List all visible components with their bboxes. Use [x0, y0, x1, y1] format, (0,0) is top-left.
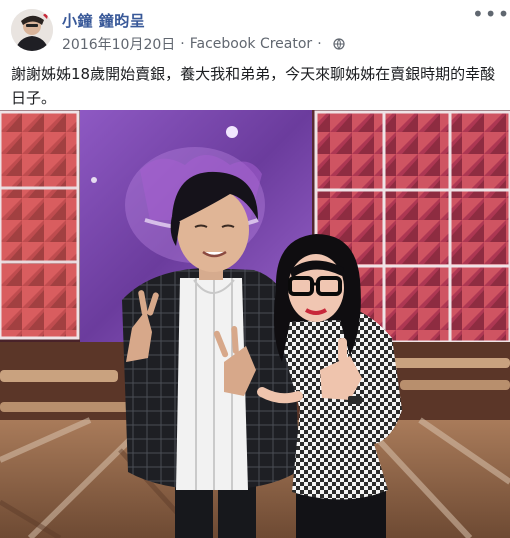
post-header: 小鐘 鐘昀呈 2016年10月20日 · Facebook Creator · … — [0, 0, 510, 56]
meta-separator: · — [180, 36, 185, 52]
meta-separator-2: · — [317, 36, 322, 52]
author-name[interactable]: 小鐘 鐘昀呈 — [62, 10, 145, 31]
post-caption: 謝謝姊姊18歲開始賣銀，養大我和弟弟，今天來聊姊姊在賣銀時期的幸酸日子。 — [11, 65, 496, 107]
post-photo[interactable] — [0, 110, 510, 538]
studio-photo — [0, 110, 510, 538]
globe-icon[interactable] — [333, 38, 345, 50]
facebook-post: 小鐘 鐘昀呈 2016年10月20日 · Facebook Creator · … — [0, 0, 510, 538]
avatar[interactable] — [11, 9, 53, 51]
more-options-icon[interactable]: ••• — [472, 4, 509, 26]
post-date[interactable]: 2016年10月20日 — [62, 34, 175, 54]
post-app[interactable]: Facebook Creator — [190, 36, 312, 52]
avatar-image — [11, 9, 53, 51]
post-meta: 2016年10月20日 · Facebook Creator · — [62, 34, 345, 54]
